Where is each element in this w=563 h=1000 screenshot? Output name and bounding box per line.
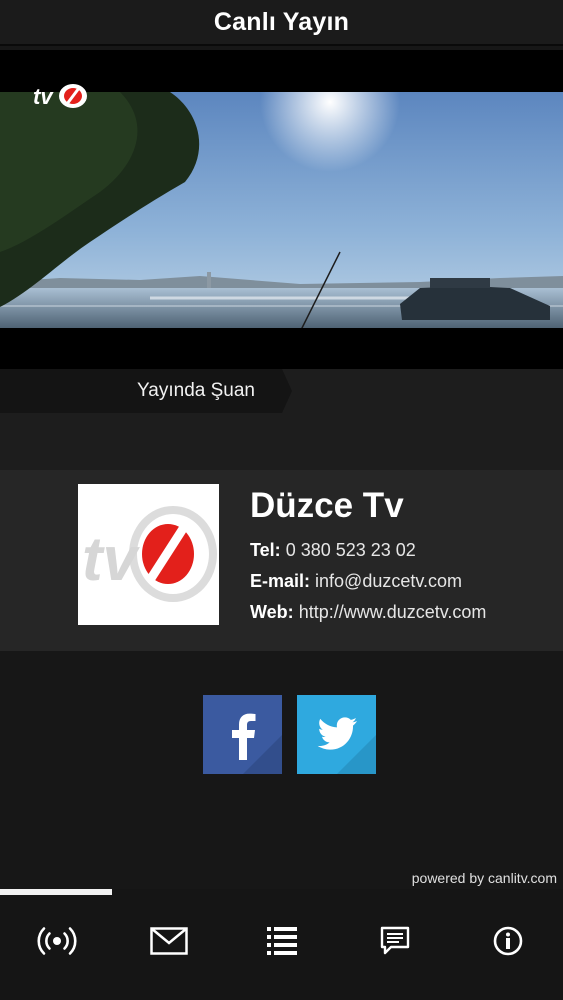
- video-frame: [0, 92, 563, 328]
- twitter-icon: [317, 717, 376, 774]
- app-header: Canlı Yayın: [0, 0, 563, 46]
- phone-value: 0 380 523 23 02: [285, 540, 416, 560]
- chat-icon: [380, 926, 410, 955]
- active-tab-indicator: [0, 889, 112, 895]
- nav-mail-button[interactable]: [139, 919, 199, 963]
- twitter-button[interactable]: [297, 695, 376, 774]
- email-row[interactable]: E-mail: info@duzcetv.com: [250, 571, 462, 592]
- tv-logo-icon: tv: [33, 82, 89, 115]
- svg-text:tv: tv: [33, 84, 54, 109]
- now-playing-tab[interactable]: Yayında Şuan: [0, 369, 292, 413]
- video-player[interactable]: tv: [0, 50, 563, 369]
- email-value: info@duzcetv.com: [315, 571, 463, 591]
- facebook-button[interactable]: [203, 695, 282, 774]
- phone-label: Tel:: [250, 540, 281, 560]
- broadcast-icon: [37, 927, 77, 955]
- svg-text:tv: tv: [82, 525, 141, 594]
- nav-info-button[interactable]: [478, 919, 538, 963]
- now-playing-label: Yayında Şuan: [137, 380, 255, 401]
- web-label: Web:: [250, 602, 294, 622]
- powered-by-text[interactable]: powered by canlitv.com: [412, 870, 557, 886]
- email-label: E-mail:: [250, 571, 311, 591]
- channel-name: Düzce Tv: [250, 486, 404, 525]
- web-row[interactable]: Web: http://www.duzcetv.com: [250, 602, 486, 623]
- bottom-navigation: [0, 889, 563, 1000]
- phone-row[interactable]: Tel: 0 380 523 23 02: [250, 540, 416, 561]
- mail-icon: [150, 927, 188, 955]
- web-value: http://www.duzcetv.com: [298, 602, 487, 622]
- channel-info-card: tv Düzce Tv Tel: 0 380 523 23 02 E-mail:…: [0, 470, 563, 651]
- list-icon: [267, 927, 297, 955]
- nav-live-button[interactable]: [27, 919, 87, 963]
- nav-chat-button[interactable]: [365, 919, 425, 963]
- channel-logo: tv: [78, 484, 219, 625]
- facebook-icon: [232, 713, 282, 774]
- now-playing-bar: Yayında Şuan: [0, 369, 563, 470]
- nav-list-button[interactable]: [252, 919, 312, 963]
- page-title: Canlı Yayın: [213, 7, 350, 36]
- info-icon: [493, 926, 523, 956]
